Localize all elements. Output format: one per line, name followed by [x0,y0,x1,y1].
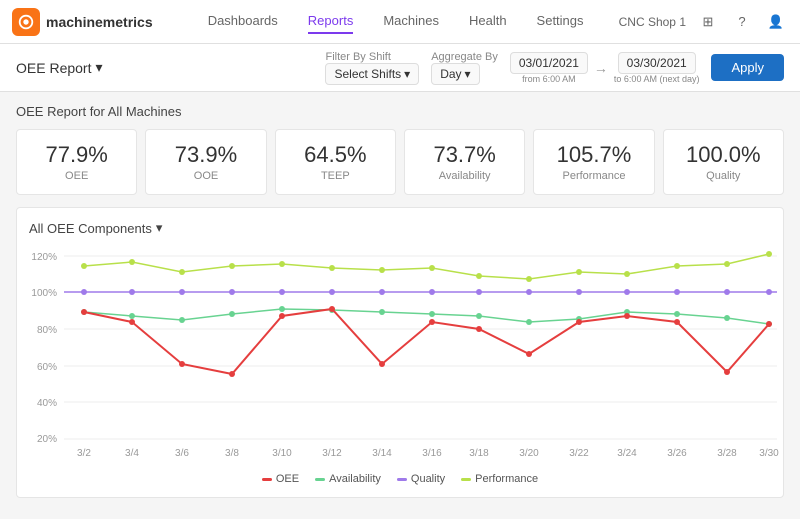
performance-label: Performance [544,170,643,182]
svg-text:3/28: 3/28 [717,448,737,459]
chart-section: All OEE Components ▾ 120% 100% 80% 60% 4… [16,207,784,498]
metric-oee: 77.9% OEE [16,129,137,195]
svg-text:3/26: 3/26 [667,448,687,459]
legend-quality: Quality [397,473,445,485]
nav-item-health[interactable]: Health [469,9,507,34]
availability-label: Availability [415,170,514,182]
from-date: 03/01/2021 [519,56,579,70]
teep-label: TEEP [286,170,385,182]
svg-text:3/2: 3/2 [77,448,91,459]
svg-text:60%: 60% [37,362,57,373]
chart-legend: OEE Availability Quality Performance [29,473,771,485]
legend-oee-label: OEE [276,473,299,485]
logo-text: machinemetrics [46,14,153,30]
ooe-value: 73.9% [156,142,255,168]
svg-text:3/4: 3/4 [125,448,139,459]
metric-quality: 100.0% Quality [663,129,784,195]
report-toolbar: OEE Report ▾ Filter By Shift Select Shif… [0,44,800,92]
svg-text:100%: 100% [31,288,57,299]
svg-text:40%: 40% [37,398,57,409]
svg-text:3/30: 3/30 [759,448,779,459]
performance-value: 105.7% [544,142,643,168]
svg-text:3/12: 3/12 [322,448,342,459]
help-icon[interactable]: ? [730,10,754,34]
nav-item-dashboards[interactable]: Dashboards [208,9,278,34]
chart-container: 120% 100% 80% 60% 40% 20% 3/2 3/4 3/6 3/… [29,244,771,485]
aggregate-chevron-icon: ▾ [465,67,471,81]
date-range: 03/01/2021 from 6:00 AM → 03/30/2021 to … [510,52,700,84]
svg-text:3/8: 3/8 [225,448,239,459]
chart-title-selector[interactable]: All OEE Components ▾ [29,220,771,236]
main-content: OEE Report for All Machines 77.9% OEE 73… [0,92,800,510]
nav-item-machines[interactable]: Machines [383,9,439,34]
nav-right: CNC Shop 1 ⊞ ? 👤 [619,10,788,34]
report-label: OEE Report [16,60,91,76]
filter-by-shift-group: Filter By Shift Select Shifts ▾ [325,51,419,85]
to-date-sub: to 6:00 AM (next day) [614,74,700,84]
legend-availability-label: Availability [329,473,381,485]
svg-text:80%: 80% [37,325,57,336]
quality-value: 100.0% [674,142,773,168]
legend-availability-color [315,478,325,481]
legend-availability: Availability [315,473,381,485]
settings-icon[interactable]: ⊞ [696,10,720,34]
oee-chart: 120% 100% 80% 60% 40% 20% 3/2 3/4 3/6 3/… [29,244,781,464]
report-selector[interactable]: OEE Report ▾ [16,59,103,76]
aggregate-by-label: Aggregate By [431,51,498,63]
user-icon[interactable]: 👤 [764,10,788,34]
report-section-title: OEE Report for All Machines [16,104,784,119]
to-date-picker[interactable]: 03/30/2021 [618,52,696,74]
svg-text:3/6: 3/6 [175,448,189,459]
from-date-sub: from 6:00 AM [522,74,576,84]
nav-items: Dashboards Reports Machines Health Setti… [173,9,619,34]
apply-button[interactable]: Apply [711,54,784,81]
shift-select-value: Select Shifts [334,67,401,81]
svg-text:3/10: 3/10 [272,448,292,459]
legend-performance: Performance [461,473,538,485]
legend-quality-label: Quality [411,473,445,485]
legend-performance-label: Performance [475,473,538,485]
availability-value: 73.7% [415,142,514,168]
from-date-picker[interactable]: 03/01/2021 [510,52,588,74]
top-navigation: machinemetrics Dashboards Reports Machin… [0,0,800,44]
metric-availability: 73.7% Availability [404,129,525,195]
shop-name: CNC Shop 1 [619,15,686,29]
legend-oee-color [262,478,272,481]
svg-text:20%: 20% [37,434,57,445]
aggregate-by-group: Aggregate By Day ▾ [431,51,498,85]
shift-select[interactable]: Select Shifts ▾ [325,63,419,85]
metric-ooe: 73.9% OOE [145,129,266,195]
svg-text:3/14: 3/14 [372,448,392,459]
report-dropdown-icon: ▾ [95,59,102,76]
metric-performance: 105.7% Performance [533,129,654,195]
chart-dropdown-icon: ▾ [156,220,163,236]
metric-teep: 64.5% TEEP [275,129,396,195]
nav-item-reports[interactable]: Reports [308,9,354,34]
legend-quality-color [397,478,407,481]
quality-label: Quality [674,170,773,182]
svg-text:3/24: 3/24 [617,448,637,459]
svg-text:120%: 120% [31,252,57,263]
legend-performance-color [461,478,471,481]
nav-item-settings[interactable]: Settings [537,9,584,34]
svg-text:3/16: 3/16 [422,448,442,459]
logo-icon [12,8,40,36]
date-arrow-icon: → [594,60,608,76]
metrics-row: 77.9% OEE 73.9% OOE 64.5% TEEP 73.7% Ava… [16,129,784,195]
legend-oee: OEE [262,473,299,485]
to-date: 03/30/2021 [627,56,687,70]
ooe-label: OOE [156,170,255,182]
svg-text:3/18: 3/18 [469,448,489,459]
aggregate-value: Day [440,67,461,81]
chart-title-text: All OEE Components [29,221,152,236]
filter-by-shift-label: Filter By Shift [325,51,390,63]
logo: machinemetrics [12,8,153,36]
oee-label: OEE [27,170,126,182]
shift-chevron-icon: ▾ [404,67,410,81]
oee-value: 77.9% [27,142,126,168]
teep-value: 64.5% [286,142,385,168]
svg-text:3/20: 3/20 [519,448,539,459]
svg-text:3/22: 3/22 [569,448,589,459]
aggregate-select[interactable]: Day ▾ [431,63,479,85]
